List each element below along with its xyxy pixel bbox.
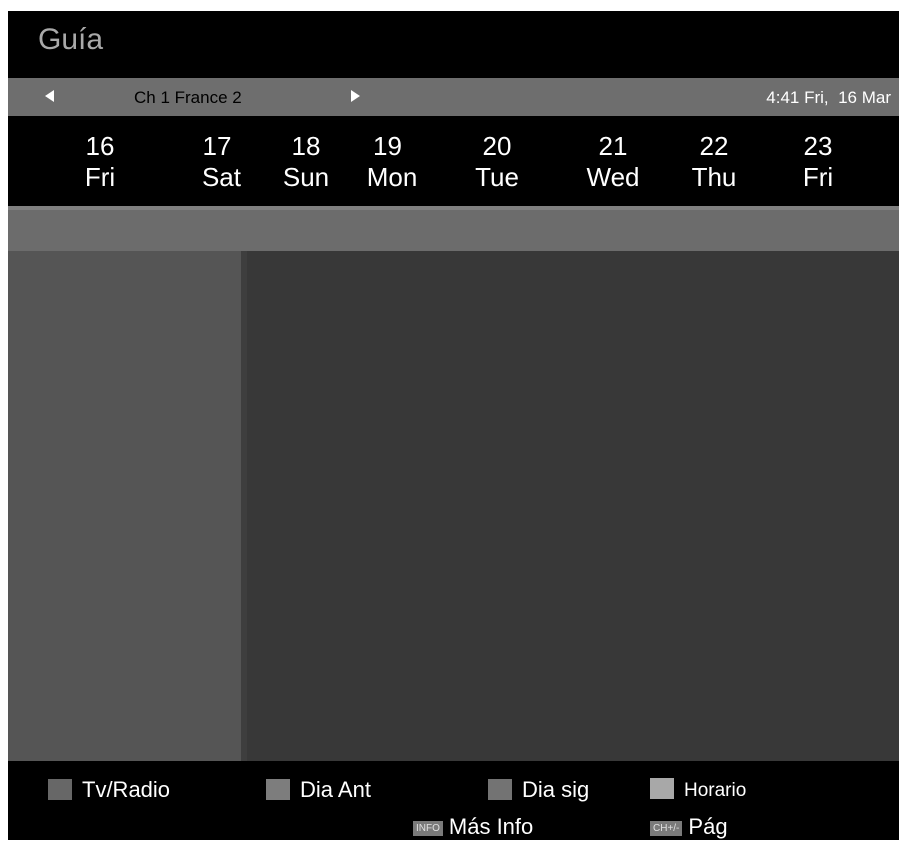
channel-bar: Ch 1 France 2 4:41 Fri, 16 Mar [8,78,899,116]
more-info-label: Más Info [448,814,534,839]
day-name: Fri [802,162,834,192]
day-item[interactable]: 16 Fri [70,131,130,193]
ch-key-icon: CH+/- [650,821,683,836]
yellow-key-icon [488,779,512,800]
time-band-edge [8,206,899,210]
day-item[interactable]: 18 Sun [276,131,336,193]
day-name: Mon [366,162,418,192]
time-band [8,206,899,251]
day-number: 20 [482,131,512,161]
channel-name: Ch 1 France 2 [134,88,242,107]
day-item[interactable]: 23 Fri [793,131,843,193]
day-number: 16 [85,131,115,161]
prev-day-button[interactable]: Dia Ant [266,777,371,803]
day-item[interactable]: 22 Thu [684,131,744,193]
day-name: Sun [282,162,330,192]
epg-screen: Guía Ch 1 France 2 4:41 Fri, 16 Mar 16 F… [8,11,899,840]
day-name: Fri [84,162,116,192]
prev-channel-arrow-icon[interactable] [45,90,54,102]
current-date: Fri, 16 Mar [804,88,891,107]
day-name: Wed [586,162,640,192]
day-name: Tue [475,162,519,192]
blue-key-icon [650,778,674,799]
day-item[interactable]: 21 Wed [578,131,648,193]
prev-day-label: Dia Ant [300,777,371,802]
program-detail-panel [247,251,899,761]
schedule-label: Horario [684,780,747,801]
clock: 4:41 Fri, 16 Mar [766,88,891,108]
page-label: Pág [688,814,728,839]
day-number: 18 [291,131,321,161]
program-list-panel[interactable] [8,251,241,761]
day-name: Sat [201,162,241,192]
next-channel-arrow-icon[interactable] [351,90,360,102]
day-name: Thu [691,162,737,192]
day-item[interactable]: 17 Sat [181,131,241,193]
current-time: 4:41 [766,88,800,107]
tv-radio-label: Tv/Radio [82,777,171,802]
next-day-label: Dia sig [522,777,590,802]
day-number: 23 [803,131,833,161]
day-number: 17 [202,131,232,161]
day-number: 21 [598,131,628,161]
red-key-icon [48,779,72,800]
next-day-button[interactable]: Dia sig [488,777,589,803]
page-title: Guía [38,23,104,56]
day-item[interactable]: 19 Mon [357,131,427,193]
footer-legend: Tv/Radio Dia Ant Dia sig Horario INFO Más… [8,761,899,840]
day-number: 22 [699,131,729,161]
page-button[interactable]: CH+/- Pág [650,814,728,840]
green-key-icon [266,779,290,800]
day-item[interactable]: 20 Tue [467,131,527,193]
info-key-icon: INFO [413,821,443,836]
day-number: 19 [373,131,402,161]
more-info-button[interactable]: INFO Más Info [413,814,533,840]
schedule-button[interactable]: Horario [650,778,746,802]
day-selector: 16 Fri 17 Sat 18 Sun 19 Mon 20 Tue 21 We… [8,116,899,206]
tv-radio-button[interactable]: Tv/Radio [48,777,170,803]
